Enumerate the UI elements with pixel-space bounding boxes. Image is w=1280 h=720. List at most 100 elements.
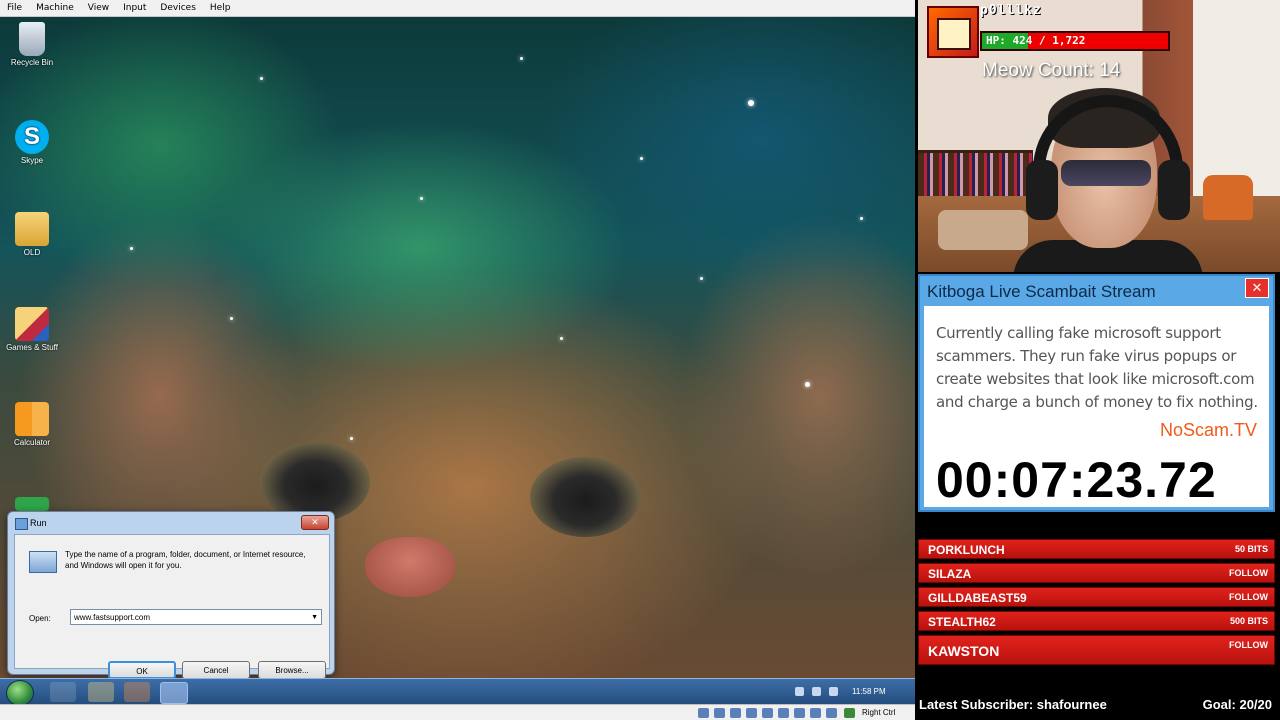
run-dialog: Run ✕ Type the name of a program, folder… bbox=[7, 511, 335, 679]
run-dialog-title: Run bbox=[30, 518, 47, 528]
event-name: PORKLUNCH bbox=[928, 543, 1005, 557]
webcam-feed: p0lllkz HP: 424 / 1,722 Meow Count: 14 bbox=[918, 0, 1280, 272]
event-name: SILAZA bbox=[928, 567, 972, 581]
avatar-face-icon bbox=[937, 18, 971, 50]
wallpaper-star bbox=[130, 247, 133, 250]
run-program-icon bbox=[29, 551, 57, 573]
desktop-icon-games-folder[interactable]: Games & Stuff bbox=[4, 307, 60, 352]
audio-icon[interactable] bbox=[730, 708, 741, 718]
hp-bar: HP: 424 / 1,722 bbox=[980, 31, 1170, 51]
desktop-icon-skype[interactable]: S Skype bbox=[4, 120, 60, 165]
event-tag: FOLLOW bbox=[1229, 640, 1268, 650]
vm-statusbar: Right Ctrl bbox=[0, 704, 915, 720]
virtual-machine-window: File Machine View Input Devices Help Rec… bbox=[0, 0, 915, 720]
event-row: PORKLUNCH 50 BITS bbox=[918, 539, 1275, 559]
run-title-icon bbox=[15, 518, 28, 530]
wallpaper-star bbox=[700, 277, 703, 280]
shared-folder-icon[interactable] bbox=[778, 708, 789, 718]
event-row: STEALTH62 500 BITS bbox=[918, 611, 1275, 631]
headset-earcup-left bbox=[1026, 160, 1058, 220]
run-description: Type the name of a program, folder, docu… bbox=[65, 550, 306, 570]
info-panel: Kitboga Live Scambait Stream ✕ Currently… bbox=[918, 274, 1275, 512]
taskbar-media-icon[interactable] bbox=[124, 682, 150, 702]
menu-file[interactable]: File bbox=[0, 3, 29, 13]
meow-count: Meow Count: 14 bbox=[982, 60, 1121, 81]
menu-devices[interactable]: Devices bbox=[153, 3, 202, 13]
desktop-icon-label: OLD bbox=[23, 248, 41, 257]
usb-icon[interactable] bbox=[762, 708, 773, 718]
optical-drive-icon[interactable] bbox=[714, 708, 725, 718]
event-tag: FOLLOW bbox=[1229, 592, 1268, 602]
cat-eye-left bbox=[260, 442, 370, 522]
wallpaper-star bbox=[420, 197, 423, 200]
call-timer: 00:07:23.72 bbox=[936, 452, 1217, 508]
open-label: Open: bbox=[29, 614, 51, 623]
wallpaper-star bbox=[748, 100, 754, 106]
wallpaper-star bbox=[520, 57, 523, 60]
desktop-icon-calculator[interactable]: Calculator bbox=[4, 402, 60, 447]
bookshelf bbox=[918, 150, 1033, 201]
subscriber-bar: Latest Subscriber: shafournee Goal: 20/2… bbox=[915, 690, 1280, 720]
desktop-icon-recycle-bin[interactable]: Recycle Bin bbox=[4, 22, 60, 67]
tray-flag-icon[interactable] bbox=[795, 687, 804, 696]
taskbar-run-icon[interactable] bbox=[160, 682, 188, 704]
run-dialog-body: Type the name of a program, folder, docu… bbox=[14, 534, 330, 679]
latest-subscriber: Latest Subscriber: shafournee bbox=[919, 697, 1107, 712]
wallpaper-star bbox=[560, 337, 563, 340]
open-input[interactable]: www.fastsupport.com ▼ bbox=[70, 609, 322, 625]
browse-button[interactable]: Browse... bbox=[258, 661, 326, 679]
folder-icon bbox=[15, 212, 49, 246]
event-tag: FOLLOW bbox=[1229, 568, 1268, 578]
mouse-integration-icon[interactable] bbox=[844, 708, 855, 718]
taskbar: 11:58 PM bbox=[0, 678, 915, 706]
wallpaper-star bbox=[350, 437, 353, 440]
menu-help[interactable]: Help bbox=[203, 3, 238, 13]
hp-text: HP: 424 / 1,722 bbox=[986, 34, 1086, 47]
tray-volume-icon[interactable] bbox=[829, 687, 838, 696]
taskbar-explorer-icon[interactable] bbox=[88, 682, 114, 702]
capture-icon[interactable] bbox=[810, 708, 821, 718]
hdd-icon[interactable] bbox=[698, 708, 709, 718]
close-icon[interactable]: ✕ bbox=[301, 515, 329, 530]
wallpaper-star bbox=[230, 317, 233, 320]
menu-view[interactable]: View bbox=[81, 3, 116, 13]
cat-eye-right bbox=[530, 457, 640, 537]
noscam-link[interactable]: NoScam.TV bbox=[1160, 420, 1257, 441]
cat-nose bbox=[365, 537, 455, 597]
wallpaper-star bbox=[805, 382, 810, 387]
skype-icon: S bbox=[15, 120, 49, 154]
tray-network-icon[interactable] bbox=[812, 687, 821, 696]
recycle-bin-icon bbox=[19, 22, 45, 56]
desktop-icon-label: Games & Stuff bbox=[6, 343, 58, 352]
start-button[interactable] bbox=[6, 680, 34, 706]
vm-menubar: File Machine View Input Devices Help bbox=[0, 0, 915, 17]
taskbar-clock[interactable]: 11:58 PM bbox=[852, 687, 886, 696]
display-icon[interactable] bbox=[794, 708, 805, 718]
taskbar-ie-icon[interactable] bbox=[50, 682, 76, 702]
subscriber-goal: Goal: 20/20 bbox=[1202, 697, 1272, 712]
event-name: GILLDABEAST59 bbox=[928, 591, 1027, 605]
desktop-icon-label: Skype bbox=[20, 156, 44, 165]
wallpaper-star bbox=[640, 157, 643, 160]
close-icon[interactable]: ✕ bbox=[1245, 278, 1269, 298]
chair bbox=[1203, 175, 1253, 220]
menu-machine[interactable]: Machine bbox=[29, 3, 81, 13]
desktop-icon-label: Calculator bbox=[13, 438, 50, 447]
couch bbox=[938, 210, 1028, 250]
cpu-icon[interactable] bbox=[826, 708, 837, 718]
desktop-icon-old-folder[interactable]: OLD bbox=[4, 212, 60, 257]
dropdown-arrow-icon[interactable]: ▼ bbox=[311, 610, 318, 626]
event-row-latest: KAWSTON FOLLOW bbox=[918, 635, 1275, 665]
wallpaper-star bbox=[260, 77, 263, 80]
info-panel-text: Currently calling fake microsoft support… bbox=[936, 324, 1258, 411]
host-key-label: Right Ctrl bbox=[862, 708, 896, 717]
event-tag: 50 BITS bbox=[1234, 544, 1268, 554]
headset-earcup-right bbox=[1158, 160, 1190, 220]
open-input-value: www.fastsupport.com bbox=[74, 613, 151, 622]
cancel-button[interactable]: Cancel bbox=[182, 661, 250, 679]
menu-input[interactable]: Input bbox=[116, 3, 153, 13]
network-icon[interactable] bbox=[746, 708, 757, 718]
viewer-username: p0lllkz bbox=[980, 3, 1042, 18]
ok-button[interactable]: OK bbox=[108, 661, 176, 679]
event-row: GILLDABEAST59 FOLLOW bbox=[918, 587, 1275, 607]
